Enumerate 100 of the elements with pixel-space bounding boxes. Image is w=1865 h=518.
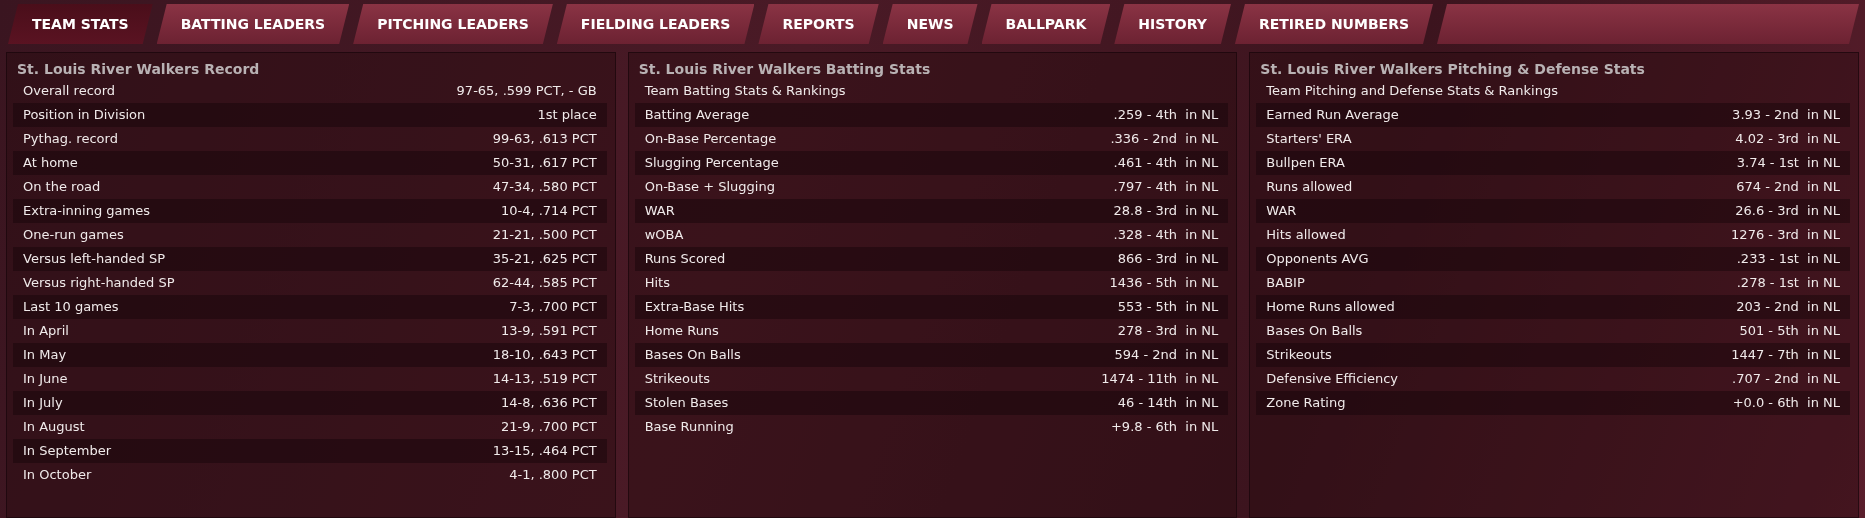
stat-label: Versus left-handed SP: [23, 250, 166, 268]
stat-label: Stolen Bases: [644, 394, 729, 412]
stat-value: 21-9, .700 PCT: [500, 418, 597, 436]
stat-value: 13-15, .464 PCT: [492, 442, 597, 460]
stat-value: 674 - 2nd in NL: [1736, 178, 1840, 196]
stat-label: At home: [23, 154, 78, 172]
stat-label: Batting Average: [644, 106, 750, 124]
stat-label: Runs allowed: [1266, 178, 1353, 196]
tab[interactable]: BALLPARK: [981, 4, 1111, 44]
stat-label: On the road: [23, 178, 101, 196]
panel-title: St. Louis River Walkers Pitching & Defense Stats: [1259, 60, 1646, 79]
stat-label: Earned Run Average: [1266, 106, 1399, 124]
stat-label: Last 10 games: [23, 298, 119, 316]
stat-value: 203 - 2nd in NL: [1736, 298, 1840, 316]
stat-value: .707 - 2nd in NL: [1732, 370, 1840, 388]
stat-label: Extra-inning games: [23, 202, 150, 220]
stat-label: On-Base + Slugging: [644, 178, 775, 196]
tab[interactable]: PITCHING LEADERS: [353, 4, 553, 44]
stat-label: Bases On Balls: [644, 346, 741, 364]
stat-value: .461 - 4th in NL: [1113, 154, 1219, 172]
stat-label: Base Running: [644, 418, 734, 436]
stat-value: 99-63, .613 PCT: [492, 130, 597, 148]
stat-value: .797 - 4th in NL: [1113, 178, 1219, 196]
stat-label: In May: [23, 346, 67, 364]
section-heading: Team Pitching and Defense Stats & Rankings: [1265, 82, 1559, 100]
stat-label: Defensive Efficiency: [1266, 370, 1398, 388]
stat-label: Bullpen ERA: [1266, 154, 1345, 172]
stat-label: Runs Scored: [644, 250, 726, 268]
tab[interactable]: FIELDING LEADERS: [556, 4, 755, 44]
stat-value: 1436 - 5th in NL: [1109, 274, 1219, 292]
stat-value: 553 - 5th in NL: [1117, 298, 1219, 316]
stat-label: Opponents AVG: [1266, 250, 1369, 268]
stat-label: wOBA: [644, 226, 684, 244]
tab[interactable]: REPORTS: [758, 4, 879, 44]
stat-value: 1447 - 7th in NL: [1731, 346, 1840, 364]
stat-label: Hits: [644, 274, 670, 292]
stat-label: In September: [23, 442, 112, 460]
stat-value: 1276 - 3rd in NL: [1731, 226, 1840, 244]
stat-label: In October: [23, 466, 92, 484]
stat-value: .336 - 2nd in NL: [1110, 130, 1219, 148]
stat-value: .233 - 1st in NL: [1736, 250, 1840, 268]
stat-label: Strikeouts: [644, 370, 711, 388]
stat-value: 3.74 - 1st in NL: [1736, 154, 1840, 172]
stat-value: .278 - 1st in NL: [1736, 274, 1840, 292]
tab[interactable]: RETIRED NUMBERS: [1234, 4, 1433, 44]
stat-value: 4.02 - 3rd in NL: [1735, 130, 1840, 148]
stat-label: In July: [23, 394, 63, 412]
stat-value: 18-10, .643 PCT: [492, 346, 597, 364]
stat-label: Zone Rating: [1266, 394, 1346, 412]
stat-label: Home Runs: [644, 322, 719, 340]
stat-value: 1st place: [537, 106, 597, 124]
stat-value: 1474 - 11th in NL: [1101, 370, 1219, 388]
stat-value: 46 - 14th in NL: [1117, 394, 1219, 412]
stat-label: Pythag. record: [23, 130, 118, 148]
stat-label: Extra-Base Hits: [644, 298, 745, 316]
stat-value: 13-9, .591 PCT: [500, 322, 597, 340]
stat-value: .259 - 4th in NL: [1113, 106, 1219, 124]
stat-label: Home Runs allowed: [1266, 298, 1395, 316]
stat-label: BABIP: [1266, 274, 1305, 292]
stat-value: 501 - 5th in NL: [1739, 322, 1840, 340]
stat-value: 47-34, .580 PCT: [492, 178, 597, 196]
stat-value: 7-3, .700 PCT: [509, 298, 597, 316]
stat-value: 62-44, .585 PCT: [492, 274, 597, 292]
stat-label: One-run games: [23, 226, 124, 244]
tab[interactable]: TEAM STATS: [8, 4, 153, 44]
stat-value: 866 - 3rd in NL: [1117, 250, 1219, 268]
stat-label: Hits allowed: [1266, 226, 1346, 244]
stat-value: 14-8, .636 PCT: [500, 394, 597, 412]
stat-label: Slugging Percentage: [644, 154, 779, 172]
stat-label: In April: [23, 322, 69, 340]
stat-value: 10-4, .714 PCT: [500, 202, 597, 220]
stat-value: +0.0 - 6th in NL: [1732, 394, 1840, 412]
stat-label: Strikeouts: [1266, 346, 1332, 364]
panel-title: St. Louis River Walkers Batting Stats: [637, 60, 932, 79]
stat-label: WAR: [644, 202, 675, 220]
stat-value: 35-21, .625 PCT: [492, 250, 597, 268]
stat-value: 14-13, .519 PCT: [492, 370, 597, 388]
stat-value: 50-31, .617 PCT: [492, 154, 597, 172]
stat-label: Bases On Balls: [1266, 322, 1363, 340]
stat-value: 4-1, .800 PCT: [509, 466, 597, 484]
stat-label: In August: [23, 418, 85, 436]
stat-label: Starters' ERA: [1266, 130, 1352, 148]
stat-value: 3.93 - 2nd in NL: [1732, 106, 1840, 124]
stat-value: 26.6 - 3rd in NL: [1735, 202, 1840, 220]
stat-label: On-Base Percentage: [644, 130, 777, 148]
tab[interactable]: NEWS: [882, 4, 978, 44]
stat-value: 278 - 3rd in NL: [1117, 322, 1219, 340]
stat-value: 97-65, .599 PCT, - GB: [456, 82, 597, 100]
tab[interactable]: BATTING LEADERS: [156, 4, 350, 44]
stat-value: .328 - 4th in NL: [1113, 226, 1219, 244]
stat-label: Versus right-handed SP: [23, 274, 175, 292]
panel-title: St. Louis River Walkers Record: [16, 60, 261, 79]
stat-value: 594 - 2nd in NL: [1114, 346, 1219, 364]
stat-value: +9.8 - 6th in NL: [1110, 418, 1219, 436]
stat-value: 21-21, .500 PCT: [492, 226, 597, 244]
stat-value: 28.8 - 3rd in NL: [1113, 202, 1219, 220]
section-heading: Team Batting Stats & Rankings: [643, 82, 847, 100]
stat-label: Overall record: [23, 82, 116, 100]
tab[interactable]: HISTORY: [1114, 4, 1231, 44]
stat-label: Position in Division: [23, 106, 146, 124]
